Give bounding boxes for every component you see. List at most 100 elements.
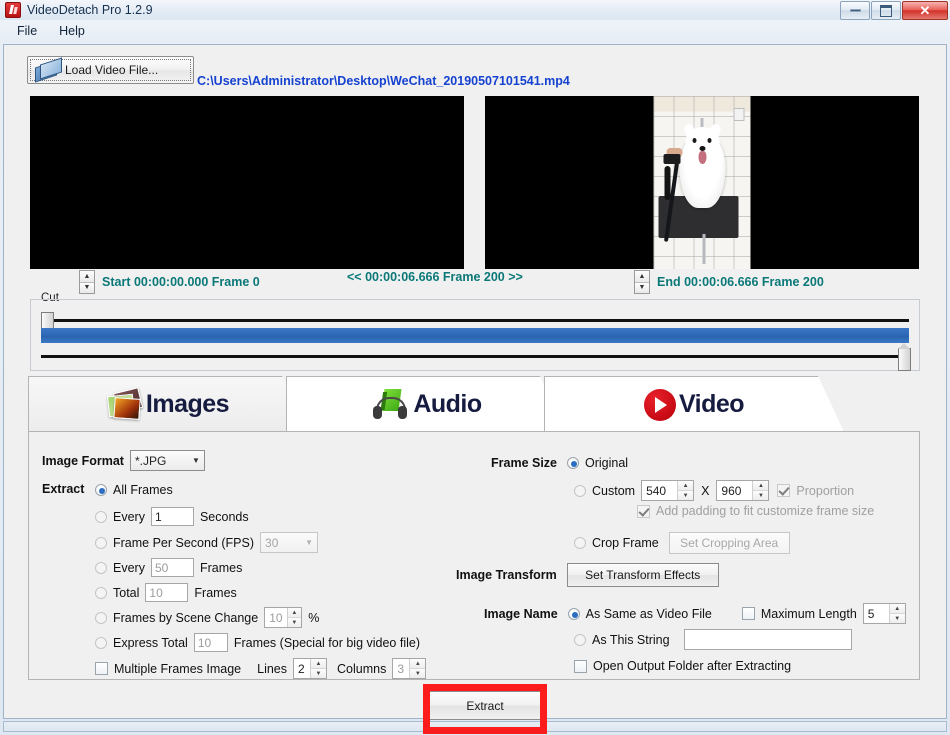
- stepper-arrows[interactable]: ▲ ▼: [677, 481, 694, 500]
- minimize-button[interactable]: [840, 1, 870, 20]
- radio-name-as-this-string[interactable]: [574, 633, 586, 646]
- cut-start-track[interactable]: [41, 319, 909, 322]
- radio-crop-frame[interactable]: [574, 537, 586, 549]
- stepper-arrows[interactable]: ▲ ▼: [310, 659, 327, 678]
- option-crop-frame[interactable]: Crop Frame Set Cropping Area: [574, 532, 790, 554]
- image-name-label: Image Name: [484, 606, 558, 621]
- option-name-as-this-string[interactable]: As This String: [574, 629, 852, 650]
- title-bar: VideoDetach Pro 1.2.9 ✕: [0, 0, 950, 21]
- tab-audio[interactable]: Audio: [286, 376, 566, 432]
- option-fps[interactable]: Frame Per Second (FPS) 30 ▼: [95, 532, 319, 553]
- start-spinner[interactable]: ▲ ▼: [79, 270, 95, 294]
- cut-group-box: [30, 299, 920, 371]
- express-total-input[interactable]: [193, 633, 228, 652]
- proportion-label: Proportion: [796, 483, 855, 498]
- checkbox-proportion[interactable]: [777, 484, 791, 497]
- checkbox-open-output-folder[interactable]: [574, 659, 587, 673]
- radio-fps[interactable]: [95, 536, 107, 549]
- window-title: VideoDetach Pro 1.2.9: [27, 3, 153, 17]
- checkbox-add-padding[interactable]: [637, 504, 650, 518]
- option-express-total[interactable]: Express Total Frames (Special for big vi…: [95, 633, 420, 652]
- set-cropping-area-button[interactable]: Set Cropping Area: [668, 532, 790, 554]
- preview-dog-tongue: [698, 151, 707, 164]
- lines-value: 2: [298, 661, 305, 676]
- fps-select[interactable]: 30 ▼: [260, 532, 319, 553]
- option-frame-size-custom[interactable]: Custom 540 ▲ ▼ X 960 ▲ ▼ Proportion: [574, 480, 854, 501]
- custom-height-stepper[interactable]: 960 ▲ ▼: [716, 480, 770, 501]
- option-multiple-frames-image[interactable]: Multiple Frames Image Lines 2 ▲ ▼ Columns…: [95, 658, 427, 679]
- tab-video[interactable]: Video: [544, 376, 844, 432]
- menu-bar: File Help: [0, 20, 950, 41]
- radio-every-seconds[interactable]: [95, 510, 107, 523]
- application-window: VideoDetach Pro 1.2.9 ✕ File Help Load V…: [0, 0, 950, 735]
- stepper-arrows[interactable]: ▲ ▼: [286, 608, 302, 627]
- every-seconds-input[interactable]: [150, 507, 194, 526]
- menu-item-help[interactable]: Help: [48, 22, 96, 40]
- tab-images-label: Images: [145, 390, 230, 418]
- cut-range-bar[interactable]: [41, 328, 909, 343]
- radio-total-frames[interactable]: [95, 586, 107, 599]
- cut-end-handle[interactable]: [898, 343, 911, 371]
- all-frames-label: All Frames: [113, 483, 173, 497]
- option-every-frames[interactable]: Every Frames: [95, 558, 242, 577]
- load-video-file-button[interactable]: Load Video File...: [27, 56, 194, 84]
- name-as-this-string-label: As This String: [592, 632, 670, 647]
- maximum-length-stepper[interactable]: 5 ▲ ▼: [862, 603, 906, 624]
- maximize-icon: [880, 4, 892, 17]
- start-time-label: Start 00:00:00.000 Frame 0: [102, 275, 260, 289]
- frame-size-label: Frame Size: [491, 456, 558, 470]
- express-total-post-label: Frames (Special for big video file): [233, 635, 420, 650]
- extract-label: Extract: [42, 482, 85, 496]
- scene-change-label: Frames by Scene Change: [113, 610, 259, 625]
- set-transform-effects-button[interactable]: Set Transform Effects: [566, 563, 719, 587]
- preview-clipper: [663, 154, 681, 164]
- image-format-select[interactable]: *.JPG ▼: [129, 450, 205, 471]
- cut-end-track[interactable]: [41, 355, 909, 358]
- menu-item-file[interactable]: File: [6, 22, 48, 40]
- current-time-group[interactable]: << 00:00:06.666 Frame 200 >>: [347, 270, 523, 284]
- option-all-frames[interactable]: All Frames: [95, 483, 173, 497]
- option-add-padding[interactable]: Add padding to fit customize frame size: [637, 504, 874, 518]
- every-frames-input[interactable]: [150, 558, 194, 577]
- option-open-output-folder[interactable]: Open Output Folder after Extracting: [574, 659, 791, 673]
- total-frames-input[interactable]: [145, 583, 189, 602]
- every-seconds-post-label: Seconds: [199, 509, 249, 524]
- open-output-folder-label: Open Output Folder after Extracting: [593, 659, 792, 673]
- maximize-button[interactable]: [871, 1, 901, 20]
- stepper-arrows[interactable]: ▲ ▼: [409, 659, 426, 678]
- scene-change-stepper[interactable]: 10 ▲ ▼: [264, 607, 303, 628]
- radio-scene-change[interactable]: [95, 611, 107, 624]
- option-total-frames[interactable]: Total Frames: [95, 583, 237, 602]
- radio-name-as-video-file[interactable]: [567, 607, 580, 620]
- option-scene-change[interactable]: Frames by Scene Change 10 ▲ ▼ %: [95, 607, 319, 628]
- preview-dog-eye-right: [707, 138, 712, 143]
- lines-stepper[interactable]: 2 ▲ ▼: [293, 658, 328, 679]
- radio-express-total[interactable]: [95, 636, 107, 649]
- custom-width-stepper[interactable]: 540 ▲ ▼: [641, 480, 695, 501]
- tab-images[interactable]: Images: [28, 376, 308, 432]
- option-every-seconds[interactable]: Every Seconds: [95, 507, 249, 526]
- end-spinner[interactable]: ▲ ▼: [634, 270, 650, 294]
- close-button[interactable]: ✕: [902, 1, 948, 20]
- preview-start-frame[interactable]: [30, 96, 464, 269]
- name-string-input[interactable]: [683, 629, 852, 650]
- extract-highlight-box: [423, 684, 547, 734]
- radio-frame-size-original[interactable]: [567, 457, 580, 469]
- stepper-arrows[interactable]: ▲ ▼: [752, 481, 769, 500]
- preview-end-frame[interactable]: [485, 96, 919, 269]
- start-time-group: ▲ ▼ Start 00:00:00.000 Frame 0: [79, 270, 260, 294]
- image-format-row: Image Format *.JPG ▼: [42, 450, 205, 471]
- columns-value: 3: [397, 661, 405, 676]
- extract-label-row: Extract: [42, 482, 84, 496]
- stepper-arrows[interactable]: ▲ ▼: [888, 604, 905, 623]
- checkbox-maximum-length[interactable]: [741, 607, 755, 620]
- radio-all-frames[interactable]: [95, 484, 107, 496]
- radio-frame-size-custom[interactable]: [574, 484, 586, 497]
- columns-stepper[interactable]: 3 ▲ ▼: [392, 658, 427, 679]
- video-icon: [644, 389, 676, 421]
- radio-every-frames[interactable]: [95, 561, 107, 574]
- app-icon: [5, 2, 21, 18]
- every-seconds-pre-label: Every: [113, 509, 145, 524]
- images-options-panel: Image Format *.JPG ▼ Extract All Frames …: [28, 431, 920, 680]
- checkbox-multiple-frames-image[interactable]: [95, 662, 108, 675]
